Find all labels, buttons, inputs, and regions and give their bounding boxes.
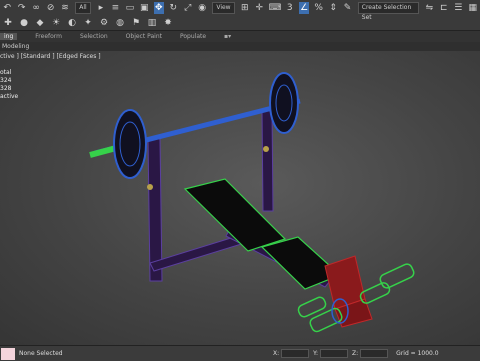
rotate-icon[interactable]: ↻ <box>168 2 178 14</box>
mirror-icon[interactable]: ⇋ <box>424 2 434 14</box>
select-by-name-icon[interactable]: ≡ <box>110 2 120 14</box>
maxscript-listener[interactable] <box>1 347 15 360</box>
scale-icon[interactable]: ⤢ <box>182 2 192 14</box>
status-bar: None Selected X: Y: Z: Grid = 1000.0 <box>0 345 480 361</box>
main-toolbar: ↶ ↷ ∞ ⊘ ≋ All ▸ ≡ ▭ ▣ ✥ ↻ ⤢ ◉ View ⊞ ✛ ⌨… <box>0 0 480 31</box>
bind-spacewarp-icon[interactable]: ≋ <box>60 2 70 14</box>
redo-icon[interactable]: ↷ <box>16 2 26 14</box>
render-icon[interactable]: ✸ <box>162 17 174 29</box>
place-icon[interactable]: ◉ <box>197 2 207 14</box>
lights-icon[interactable]: ☀ <box>50 17 62 29</box>
y-label: Y: <box>313 350 319 357</box>
coord-x[interactable]: X: <box>273 349 310 358</box>
angle-snap-icon[interactable]: ∠ <box>298 1 310 14</box>
edit-named-sel-icon[interactable]: ✎ <box>342 2 352 14</box>
layers-icon[interactable]: ☰ <box>453 2 463 14</box>
coord-z[interactable]: Z: <box>352 349 389 358</box>
weight-plate-left <box>113 109 147 179</box>
unlink-icon[interactable]: ⊘ <box>45 2 55 14</box>
rack-upright-right <box>261 110 274 212</box>
perspective-viewport[interactable]: ctive ] [Standard ] [Edged Faces ] otal … <box>0 51 480 345</box>
select-manipulate-icon[interactable]: ✛ <box>254 2 264 14</box>
selection-set-dropdown[interactable]: Create Selection Set <box>357 1 420 21</box>
create-icon[interactable]: ✚ <box>2 17 14 29</box>
rect-select-icon[interactable]: ▭ <box>125 2 135 14</box>
pivot-icon[interactable]: ⊞ <box>240 2 250 14</box>
cameras-icon[interactable]: ◐ <box>66 17 78 29</box>
undo-icon[interactable]: ↶ <box>2 2 12 14</box>
weight-plate-right <box>269 72 299 134</box>
systems-icon[interactable]: ⚙ <box>98 17 110 29</box>
percent-snap-icon[interactable]: % <box>313 2 323 14</box>
spinner-snap-icon[interactable]: ⇕ <box>328 2 338 14</box>
z-field[interactable] <box>360 349 389 358</box>
y-field[interactable] <box>320 349 349 358</box>
scene-explorer-icon[interactable]: ▦ <box>468 2 478 14</box>
selection-filter-dropdown[interactable]: All <box>75 1 91 14</box>
z-label: Z: <box>352 350 359 357</box>
toolbar-row-2: ✚ ● ◆ ☀ ◐ ✦ ⚙ ◍ ⚑ ▥ ✸ <box>0 15 480 30</box>
tab-object-paint[interactable]: Object Paint <box>126 33 162 40</box>
reference-coord-dropdown[interactable]: View <box>212 1 235 14</box>
material-editor-icon[interactable]: ◍ <box>114 17 126 29</box>
bar-hook-left <box>147 184 153 190</box>
helpers-icon[interactable]: ✦ <box>82 17 94 29</box>
coord-y[interactable]: Y: <box>313 349 349 358</box>
upper-leg-roller <box>379 263 415 289</box>
align-icon[interactable]: ⊏ <box>439 2 449 14</box>
keyboard-shortcut-icon[interactable]: ⌨ <box>269 2 282 14</box>
modeling-panel-label: Modeling <box>0 42 480 51</box>
tab-selection[interactable]: Selection <box>80 33 108 40</box>
tab-populate[interactable]: Populate <box>180 33 206 40</box>
lower-leg-roller <box>297 296 327 318</box>
move-icon[interactable]: ✥ <box>153 1 164 14</box>
grid-size: Grid = 1000.0 <box>396 350 439 357</box>
tab-modeling[interactable]: ing <box>0 33 18 40</box>
selection-status: None Selected <box>19 350 63 357</box>
ribbon-options-icon[interactable]: ▪▾ <box>224 33 231 40</box>
shapes-icon[interactable]: ◆ <box>34 17 46 29</box>
snaps-icon[interactable]: 3 <box>285 2 295 14</box>
select-object-icon[interactable]: ▸ <box>96 2 106 14</box>
tab-freeform[interactable]: Freeform <box>35 33 62 40</box>
geometry-icon[interactable]: ● <box>18 17 30 29</box>
ribbon-tabs: ing Freeform Selection Object Paint Popu… <box>0 31 480 42</box>
x-label: X: <box>273 350 280 357</box>
window-crossing-icon[interactable]: ▣ <box>139 2 149 14</box>
render-frame-icon[interactable]: ▥ <box>146 17 158 29</box>
link-icon[interactable]: ∞ <box>31 2 41 14</box>
bench-press-model[interactable] <box>0 51 480 345</box>
bar-hook-right <box>263 146 269 152</box>
x-field[interactable] <box>281 349 310 358</box>
render-setup-icon[interactable]: ⚑ <box>130 17 142 29</box>
toolbar-row-1: ↶ ↷ ∞ ⊘ ≋ All ▸ ≡ ▭ ▣ ✥ ↻ ⤢ ◉ View ⊞ ✛ ⌨… <box>0 0 480 21</box>
